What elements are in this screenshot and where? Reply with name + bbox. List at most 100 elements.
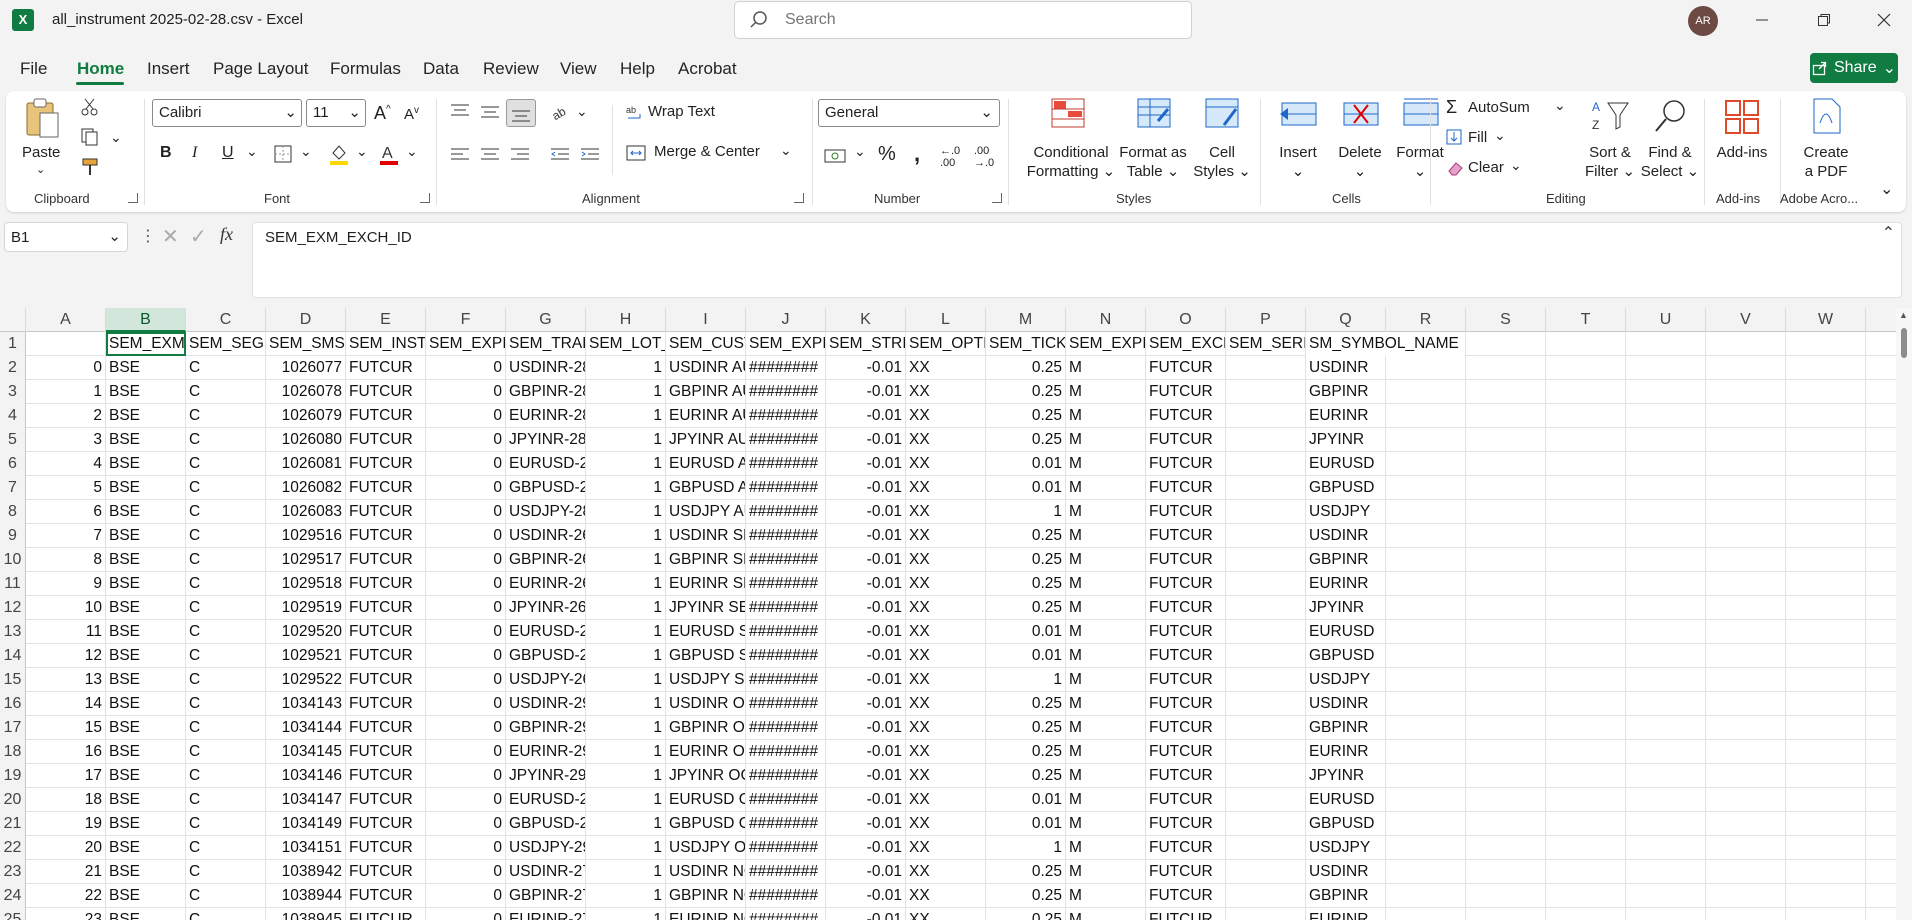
cell[interactable] xyxy=(1626,332,1706,356)
row-header[interactable]: 13 xyxy=(0,620,26,644)
cell[interactable]: -0.01 xyxy=(826,788,906,812)
column-header-w[interactable]: W xyxy=(1786,308,1866,332)
cell[interactable]: 1 xyxy=(586,428,666,452)
cell[interactable]: EURUSD xyxy=(1306,620,1386,644)
cell[interactable]: 0.25 xyxy=(986,548,1066,572)
cell[interactable]: FUTCUR xyxy=(346,572,426,596)
cell[interactable]: XX xyxy=(906,404,986,428)
cell[interactable]: 0.01 xyxy=(986,620,1066,644)
cell[interactable] xyxy=(1546,692,1626,716)
cell[interactable]: 0.25 xyxy=(986,860,1066,884)
cell[interactable]: 1 xyxy=(586,476,666,500)
column-header-q[interactable]: Q xyxy=(1306,308,1386,332)
cell[interactable] xyxy=(1466,764,1546,788)
cell[interactable]: -0.01 xyxy=(826,596,906,620)
cell[interactable]: ######## xyxy=(746,644,826,668)
cell[interactable]: 0 xyxy=(26,356,106,380)
cell[interactable]: C xyxy=(186,380,266,404)
decrease-font-icon[interactable]: Av xyxy=(404,105,419,123)
cell[interactable] xyxy=(1626,620,1706,644)
cell[interactable]: 0 xyxy=(426,908,506,920)
column-header-k[interactable]: K xyxy=(826,308,906,332)
cell[interactable] xyxy=(1546,740,1626,764)
column-header-o[interactable]: O xyxy=(1146,308,1226,332)
cell[interactable]: ######## xyxy=(746,668,826,692)
cell[interactable]: C xyxy=(186,668,266,692)
fill-color-dropdown-icon[interactable]: ⌄ xyxy=(356,143,368,160)
cell[interactable] xyxy=(1706,764,1786,788)
cell[interactable]: FUTCUR xyxy=(1146,356,1226,380)
cell[interactable] xyxy=(1786,404,1866,428)
cell[interactable]: EURINR xyxy=(1306,740,1386,764)
cell[interactable]: 0 xyxy=(426,356,506,380)
cell[interactable] xyxy=(1626,788,1706,812)
cell[interactable]: SEM_EXPII xyxy=(1066,332,1146,356)
cell[interactable]: -0.01 xyxy=(826,644,906,668)
cell[interactable] xyxy=(1706,500,1786,524)
cell[interactable] xyxy=(1466,548,1546,572)
cell[interactable]: FUTCUR xyxy=(1146,524,1226,548)
cell[interactable] xyxy=(1626,884,1706,908)
cell[interactable] xyxy=(1546,716,1626,740)
cell[interactable] xyxy=(1226,716,1306,740)
orientation-dropdown-icon[interactable]: ⌄ xyxy=(576,103,588,120)
cell[interactable]: 0.25 xyxy=(986,716,1066,740)
cell[interactable] xyxy=(1626,428,1706,452)
select-all-corner[interactable] xyxy=(0,308,26,332)
cell[interactable]: 1 xyxy=(586,620,666,644)
cell[interactable]: EURINR-26 xyxy=(506,572,586,596)
cell[interactable]: SEM_EXPII xyxy=(746,332,826,356)
cell[interactable]: FUTCUR xyxy=(346,476,426,500)
cell[interactable] xyxy=(1466,428,1546,452)
cell[interactable] xyxy=(1786,476,1866,500)
accounting-dropdown-icon[interactable]: ⌄ xyxy=(854,143,866,160)
autosum-button[interactable]: Σ AutoSum ⌄ xyxy=(1444,97,1574,121)
create-pdf-button[interactable]: Create a PDF xyxy=(1786,95,1866,189)
cell[interactable]: 1 xyxy=(586,860,666,884)
cell[interactable]: 1 xyxy=(986,668,1066,692)
cell[interactable]: M xyxy=(1066,692,1146,716)
cell-styles-button[interactable]: Cell Styles ⌄ xyxy=(1192,95,1252,189)
cell[interactable]: USDJPY OC xyxy=(666,836,746,860)
cell[interactable]: C xyxy=(186,548,266,572)
cell[interactable]: 1 xyxy=(586,644,666,668)
cell[interactable]: 10 xyxy=(26,596,106,620)
column-header-e[interactable]: E xyxy=(346,308,426,332)
cell[interactable]: 0.01 xyxy=(986,452,1066,476)
cell[interactable]: 0.25 xyxy=(986,428,1066,452)
cell[interactable]: M xyxy=(1066,788,1146,812)
delete-cells-button[interactable]: Delete ⌄ xyxy=(1330,95,1390,189)
cell[interactable]: 9 xyxy=(26,572,106,596)
cell[interactable]: M xyxy=(1066,428,1146,452)
cell[interactable]: -0.01 xyxy=(826,380,906,404)
collapse-ribbon-icon[interactable]: ⌄ xyxy=(1880,179,1893,199)
cell[interactable]: FUTCUR xyxy=(346,908,426,920)
cell[interactable]: FUTCUR xyxy=(346,404,426,428)
cell[interactable]: 0.25 xyxy=(986,908,1066,920)
share-button[interactable]: Share ⌄ xyxy=(1810,53,1898,83)
cell[interactable] xyxy=(1466,740,1546,764)
cell[interactable]: 1 xyxy=(586,764,666,788)
column-header-t[interactable]: T xyxy=(1546,308,1626,332)
cell[interactable]: 0 xyxy=(426,404,506,428)
row-header[interactable]: 19 xyxy=(0,764,26,788)
cell[interactable] xyxy=(1786,596,1866,620)
cell[interactable] xyxy=(1706,716,1786,740)
cell[interactable]: USDINR NC xyxy=(666,860,746,884)
comma-style-icon[interactable]: , xyxy=(914,141,920,167)
cell[interactable] xyxy=(1226,884,1306,908)
cell[interactable] xyxy=(1786,428,1866,452)
cell[interactable]: 5 xyxy=(26,476,106,500)
cell[interactable] xyxy=(1546,428,1626,452)
cell[interactable]: 13 xyxy=(26,668,106,692)
cell[interactable]: C xyxy=(186,884,266,908)
cell[interactable]: ######## xyxy=(746,476,826,500)
cell[interactable]: USDINR-29 xyxy=(506,692,586,716)
cell[interactable]: 1 xyxy=(586,740,666,764)
cell[interactable]: 1 xyxy=(586,692,666,716)
cell[interactable]: 0 xyxy=(426,524,506,548)
cell[interactable]: 1038945 xyxy=(266,908,346,920)
formula-input[interactable]: SEM_EXM_EXCH_ID ⌃ xyxy=(252,222,1902,298)
cell[interactable]: FUTCUR xyxy=(346,884,426,908)
cell[interactable]: 1038944 xyxy=(266,884,346,908)
